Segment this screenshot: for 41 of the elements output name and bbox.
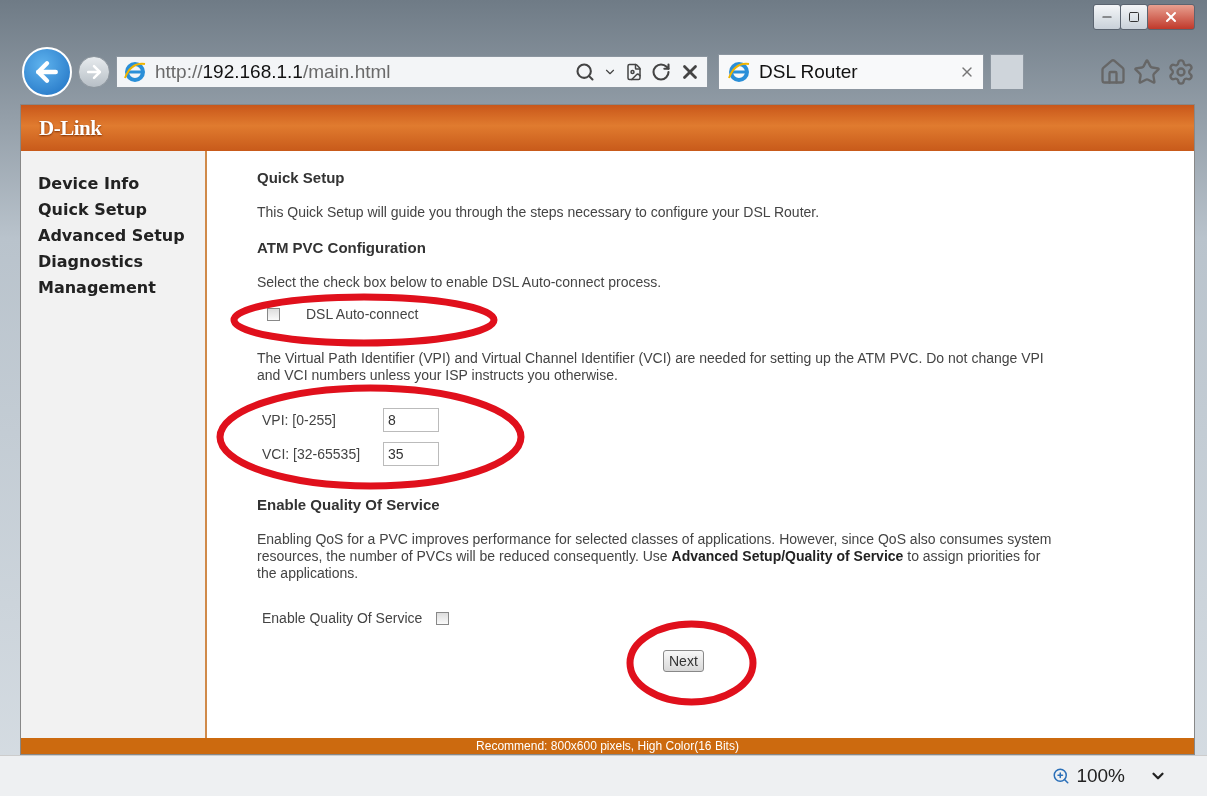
browser-tab[interactable]: DSL Router xyxy=(718,54,984,90)
footer-bar: Recommend: 800x600 pixels, High Color(16 Bits) xyxy=(21,738,1194,754)
next-button[interactable]: Next xyxy=(663,650,704,672)
intro-text: This Quick Setup will guide you through the steps necessary to configure your DSL Router. xyxy=(257,204,821,221)
compatibility-icon[interactable] xyxy=(625,63,643,81)
logo: D-Link xyxy=(39,115,102,141)
close-button[interactable] xyxy=(1147,4,1195,30)
close-icon xyxy=(1163,9,1179,25)
section-heading: ATM PVC Configuration xyxy=(257,239,427,256)
hint-text: Select the check box below to enable DSL Auto-connect process. xyxy=(257,274,663,291)
checkbox[interactable] xyxy=(267,307,280,321)
address-field[interactable]: http://192.168.1.1/main.html xyxy=(116,56,708,88)
browser-logo-icon xyxy=(727,60,751,84)
zoom-level[interactable]: 100% xyxy=(1076,765,1125,787)
vpi-vci-note: The Virtual Path Identifier (VPI) and Virtual Channel Identifier (VCI) are needed for setting up the ATM PVC. Do not change VPI and VCI numbers unless your ISP instructs you otherwise. xyxy=(257,350,1045,384)
zoom-icon[interactable] xyxy=(1052,767,1071,785)
field-label: VCI: [32-65535] xyxy=(262,446,362,462)
checkbox-label: DSL Auto-connect xyxy=(306,306,419,322)
sidebar-link[interactable]: Device Info xyxy=(38,173,205,195)
input-field[interactable]: 35 xyxy=(383,442,439,466)
forward-arrow-icon xyxy=(84,62,104,82)
refresh-icon[interactable] xyxy=(651,62,671,82)
sidebar-link[interactable]: Management xyxy=(38,277,205,299)
checkbox[interactable] xyxy=(436,611,450,625)
page-title: Quick Setup xyxy=(257,169,346,186)
forward-button[interactable] xyxy=(78,56,110,88)
search-icon[interactable] xyxy=(575,62,595,82)
qos-note: Enabling QoS for a PVC improves performance for selected classes of applications. However, since QoS also consumes system resources, the number of PVCs will be reduced consequently. Use Advanced Setup/Quality of Service to assign priorities for the applications. xyxy=(257,531,1053,582)
maximize-button[interactable] xyxy=(1120,4,1148,30)
minimize-button[interactable] xyxy=(1093,4,1121,30)
star-icon[interactable] xyxy=(1133,58,1161,86)
field-label: VPI: [0-255] xyxy=(262,412,337,428)
sidebar-link[interactable]: Advanced Setup xyxy=(38,225,205,247)
maximize-icon xyxy=(1128,11,1140,23)
section-heading: Enable Quality Of Service xyxy=(257,496,441,513)
checkbox-label: Enable Quality Of Service xyxy=(262,610,423,626)
sidebar-link[interactable]: Diagnostics xyxy=(38,251,205,273)
input-field[interactable]: 8 xyxy=(383,408,439,432)
back-button[interactable] xyxy=(22,47,72,97)
sidebar-link[interactable]: Quick Setup xyxy=(38,199,205,221)
browser-logo-icon xyxy=(123,60,147,84)
